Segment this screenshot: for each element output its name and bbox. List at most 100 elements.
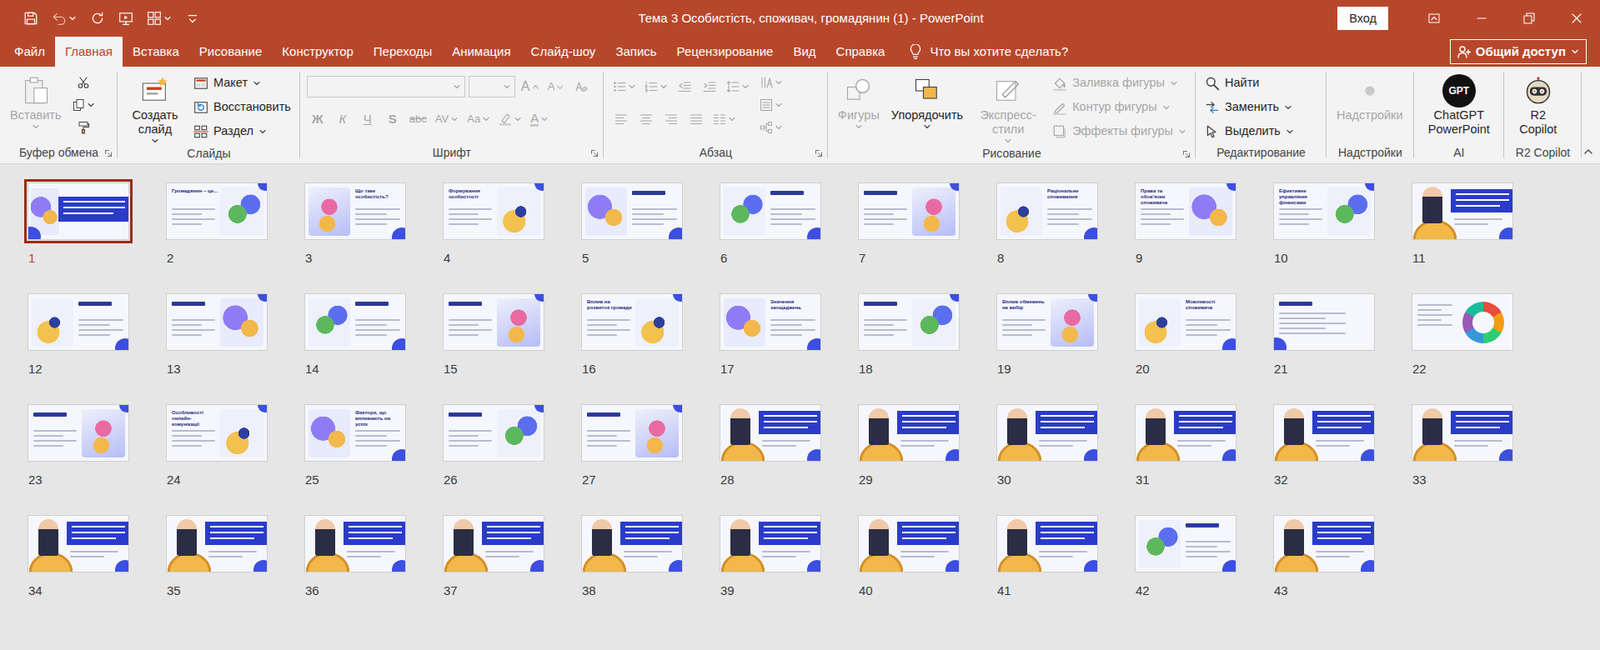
slide-item[interactable]: 18	[857, 293, 960, 378]
slide-item[interactable]: Особливості онлайн-комунікації24	[165, 404, 268, 489]
ribbon-tab[interactable]: Анимация	[441, 36, 521, 67]
slide-item[interactable]: Вплив обмежень на вибір19	[996, 293, 1099, 378]
new-slide-button[interactable]: Создать слайд	[124, 71, 186, 147]
slide-item[interactable]: Громадянин – це...2	[165, 182, 268, 267]
align-left-button[interactable]	[610, 108, 632, 131]
slide-thumbnail[interactable]	[27, 293, 130, 352]
ribbon-tab[interactable]: Справка	[826, 36, 896, 67]
slide-thumbnail[interactable]	[719, 515, 822, 573]
ribbon-tab[interactable]: Файл	[4, 36, 56, 67]
slide-item[interactable]: 42	[1134, 515, 1237, 600]
slide-item[interactable]: 38	[581, 515, 683, 600]
slide-item[interactable]: 30	[996, 404, 1099, 489]
r2-copilot-button[interactable]: R2 Copilot	[1510, 71, 1566, 139]
slide-thumbnail[interactable]	[857, 293, 960, 352]
slide-thumbnail[interactable]	[1273, 293, 1375, 352]
slide-item[interactable]: 34	[27, 515, 130, 600]
paste-button[interactable]: Вставить	[6, 71, 65, 133]
slide-item[interactable]: Що таке особистість?3	[304, 182, 407, 267]
ribbon-tab[interactable]: Вид	[782, 36, 826, 67]
start-slideshow-button[interactable]	[116, 7, 136, 30]
slide-thumbnail[interactable]	[581, 404, 683, 462]
font-size-box[interactable]	[468, 75, 516, 98]
cut-button[interactable]	[69, 71, 98, 94]
slide-thumbnail[interactable]	[719, 404, 822, 462]
slide-sorter-view-button[interactable]	[145, 7, 174, 30]
smartart-button[interactable]	[757, 116, 786, 139]
slide-item[interactable]: Можливості споживача20	[1134, 293, 1237, 378]
slide-thumbnail[interactable]	[304, 293, 407, 352]
customize-toolbar-button[interactable]	[183, 7, 202, 30]
slide-item[interactable]: 27	[581, 404, 683, 489]
slide-item[interactable]: Вплив на розвиток громади16	[581, 293, 683, 378]
align-right-button[interactable]	[660, 108, 683, 131]
slide-item[interactable]: 26	[442, 404, 545, 489]
ribbon-tab[interactable]: Рецензирование	[667, 36, 784, 67]
slide-item[interactable]: 29	[857, 404, 960, 489]
replace-button[interactable]: Заменить	[1202, 95, 1297, 120]
slide-thumbnail[interactable]	[27, 515, 130, 573]
slide-thumbnail[interactable]	[1134, 515, 1237, 573]
clear-formatting-button[interactable]	[570, 75, 592, 98]
slide-thumbnail[interactable]: Права та обов'язки споживача	[1134, 182, 1237, 241]
slide-thumbnail[interactable]	[1411, 404, 1514, 462]
increase-indent-button[interactable]	[698, 75, 721, 98]
slide-item[interactable]: 39	[719, 515, 822, 600]
font-color-button[interactable]: A	[527, 108, 552, 131]
slide-thumbnail[interactable]	[27, 182, 130, 241]
add-ins-button[interactable]: Надстройки	[1333, 71, 1407, 125]
chatgpt-button[interactable]: GPTChatGPT PowerPoint	[1420, 71, 1498, 139]
slide-item[interactable]: 40	[857, 515, 960, 600]
format-painter-button[interactable]	[69, 116, 98, 139]
line-spacing-button[interactable]	[723, 75, 753, 98]
slide-item[interactable]: Права та обов'язки споживача9	[1134, 182, 1237, 267]
slide-thumbnail[interactable]: Формування особистості	[442, 182, 545, 241]
slide-thumbnail[interactable]	[1273, 404, 1375, 462]
dialog-launcher-icon[interactable]	[814, 149, 823, 158]
quick-styles-button[interactable]: Экспресс-стили	[971, 71, 1045, 147]
ribbon-tab[interactable]: Рисование	[189, 36, 273, 67]
ribbon-tab[interactable]: Вставка	[122, 36, 190, 67]
tell-me-box[interactable]: Что вы хотите сделать?	[894, 36, 1069, 67]
slide-thumbnail[interactable]	[442, 515, 545, 573]
slide-item[interactable]: 28	[719, 404, 822, 489]
font-name-box[interactable]	[306, 75, 466, 98]
slide-item[interactable]: Формування особистості4	[442, 182, 545, 267]
align-center-button[interactable]	[635, 108, 658, 131]
slide-thumbnail[interactable]	[857, 515, 960, 573]
bullets-button[interactable]	[610, 75, 639, 98]
slide-item[interactable]: Значення заощаджень17	[719, 293, 822, 378]
slide-thumbnail[interactable]: Особливості онлайн-комунікації	[165, 404, 268, 462]
numbering-button[interactable]	[642, 75, 671, 98]
italic-button[interactable]: К	[331, 108, 354, 131]
slide-thumbnail[interactable]	[165, 293, 268, 352]
slide-item[interactable]: 6	[719, 182, 822, 267]
slide-thumbnail[interactable]: Ефективне управління фінансами	[1273, 182, 1375, 241]
dialog-launcher-icon[interactable]	[1182, 150, 1191, 159]
reset-button[interactable]: Восстановить	[190, 95, 294, 120]
slide-item[interactable]: 14	[304, 293, 407, 378]
save-button[interactable]	[21, 7, 41, 30]
slide-item[interactable]: Ефективне управління фінансами10	[1273, 182, 1375, 267]
slide-thumbnail[interactable]: Фактори, що впливають на успіх	[304, 404, 407, 462]
slide-thumbnail[interactable]	[581, 182, 683, 241]
select-button[interactable]: Выделить	[1202, 120, 1297, 144]
slide-item[interactable]: 33	[1411, 404, 1514, 489]
shape-outline-button[interactable]: Контур фигуры	[1049, 95, 1189, 120]
columns-button[interactable]	[710, 108, 739, 131]
slide-item[interactable]: 1	[27, 182, 130, 267]
justify-button[interactable]	[685, 108, 708, 131]
slide-thumbnail[interactable]	[442, 293, 545, 352]
ribbon-display-options-button[interactable]	[1409, 0, 1458, 37]
share-button[interactable]: Общий доступ	[1449, 39, 1587, 66]
section-button[interactable]: Раздел	[190, 120, 294, 144]
slide-thumbnail[interactable]: Що таке особистість?	[304, 182, 407, 241]
slide-thumbnail[interactable]	[1411, 182, 1514, 241]
bold-button[interactable]: Ж	[306, 108, 329, 131]
slide-thumbnail[interactable]	[857, 182, 960, 241]
slide-thumbnail[interactable]	[996, 404, 1099, 462]
slide-item[interactable]: 7	[857, 182, 960, 267]
slide-item[interactable]: 32	[1273, 404, 1375, 489]
decrease-indent-button[interactable]	[673, 75, 696, 98]
text-direction-button[interactable]	[757, 71, 786, 94]
